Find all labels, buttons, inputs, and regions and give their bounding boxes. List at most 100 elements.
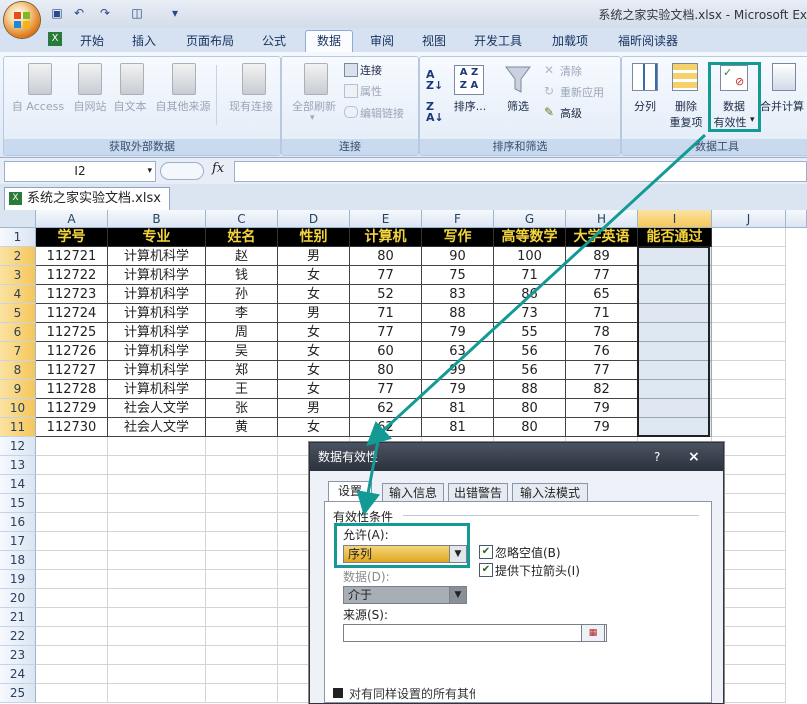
data-cell[interactable]: 80 xyxy=(350,361,422,380)
data-cell[interactable]: 女 xyxy=(278,418,350,437)
data-cell[interactable]: 62 xyxy=(350,418,422,437)
cell[interactable] xyxy=(712,247,786,266)
clear-button[interactable]: 清除 xyxy=(560,63,582,79)
data-cell[interactable]: 郑 xyxy=(206,361,278,380)
text-to-columns-button[interactable]: 分列 xyxy=(628,98,662,114)
data-cell[interactable]: 112721 xyxy=(36,247,108,266)
data-cell[interactable]: 86 xyxy=(494,285,566,304)
column-header[interactable]: D xyxy=(278,210,350,228)
data-cell[interactable]: 女 xyxy=(278,342,350,361)
row-header[interactable]: 14 xyxy=(0,475,36,494)
data-cell[interactable]: 男 xyxy=(278,399,350,418)
edit-links-button[interactable]: 编辑链接 xyxy=(360,105,404,121)
data-cell[interactable]: 82 xyxy=(566,380,638,399)
office-button[interactable] xyxy=(4,2,40,38)
data-cell[interactable]: 王 xyxy=(206,380,278,399)
column-header[interactable]: H xyxy=(566,210,638,228)
data-cell[interactable]: 112723 xyxy=(36,285,108,304)
formula-input[interactable] xyxy=(234,161,807,182)
data-cell[interactable]: 赵 xyxy=(206,247,278,266)
data-cell[interactable]: 80 xyxy=(350,247,422,266)
cell[interactable] xyxy=(712,418,786,437)
cell[interactable] xyxy=(36,665,108,684)
sort-desc-icon[interactable]: Z A↓ xyxy=(426,101,444,123)
data-cell[interactable]: 计算机科学 xyxy=(108,342,206,361)
dialog-tab-settings[interactable]: 设置 xyxy=(328,481,372,502)
data-cell[interactable]: 吴 xyxy=(206,342,278,361)
pass-cell[interactable] xyxy=(638,266,712,285)
header-cell[interactable]: 大学英语 xyxy=(566,228,638,247)
source-input[interactable] xyxy=(343,624,607,642)
column-header[interactable]: I xyxy=(638,210,712,228)
data-cell[interactable]: 计算机科学 xyxy=(108,247,206,266)
cell[interactable] xyxy=(206,608,278,627)
data-cell[interactable]: 88 xyxy=(494,380,566,399)
data-cell[interactable]: 63 xyxy=(422,342,494,361)
consolidate-button[interactable]: 合并计算 xyxy=(760,98,807,114)
tab-addins[interactable]: 加载项 xyxy=(540,31,600,51)
row-header[interactable]: 25 xyxy=(0,684,36,703)
row-header[interactable]: 8 xyxy=(0,361,36,380)
data-cell[interactable]: 79 xyxy=(422,323,494,342)
cell[interactable] xyxy=(712,342,786,361)
row-header[interactable]: 10 xyxy=(0,399,36,418)
pass-cell[interactable] xyxy=(638,361,712,380)
workbook-tab[interactable]: X 系统之家实验文档.xlsx xyxy=(4,187,170,210)
row-header[interactable]: 11 xyxy=(0,418,36,437)
cell[interactable] xyxy=(108,608,206,627)
cell[interactable] xyxy=(108,570,206,589)
data-cell[interactable]: 女 xyxy=(278,266,350,285)
row-header[interactable]: 9 xyxy=(0,380,36,399)
cell[interactable] xyxy=(108,684,206,703)
pass-cell[interactable] xyxy=(638,418,712,437)
pass-cell[interactable] xyxy=(638,285,712,304)
cell[interactable] xyxy=(108,665,206,684)
cell[interactable] xyxy=(108,456,206,475)
cell[interactable] xyxy=(36,684,108,703)
data-cell[interactable]: 112728 xyxy=(36,380,108,399)
row-header[interactable]: 20 xyxy=(0,589,36,608)
row-header[interactable]: 13 xyxy=(0,456,36,475)
in-cell-dropdown-checkbox[interactable]: ✔ xyxy=(479,563,493,577)
data-cell[interactable]: 60 xyxy=(350,342,422,361)
pass-cell[interactable] xyxy=(638,247,712,266)
data-cell[interactable]: 计算机科学 xyxy=(108,266,206,285)
cell[interactable] xyxy=(206,646,278,665)
row-header[interactable]: 22 xyxy=(0,627,36,646)
data-cell[interactable]: 99 xyxy=(422,361,494,380)
refresh-dropdown-icon[interactable]: ▾ xyxy=(310,113,315,123)
cell[interactable] xyxy=(36,589,108,608)
data-cell[interactable]: 77 xyxy=(350,323,422,342)
cell[interactable] xyxy=(36,646,108,665)
qat-customize-icon[interactable]: ▾ xyxy=(168,6,182,20)
data-cell[interactable]: 83 xyxy=(422,285,494,304)
properties-button[interactable]: 属性 xyxy=(360,83,382,99)
cell[interactable] xyxy=(206,589,278,608)
tab-page-layout[interactable]: 页面布局 xyxy=(180,31,240,51)
cell[interactable] xyxy=(36,608,108,627)
insert-function-icon[interactable]: fx xyxy=(212,161,224,176)
cell[interactable] xyxy=(712,228,786,247)
row-header[interactable]: 2 xyxy=(0,247,36,266)
cell[interactable] xyxy=(712,304,786,323)
data-cell[interactable]: 62 xyxy=(350,399,422,418)
data-cell[interactable]: 71 xyxy=(566,304,638,323)
tab-foxit-reader[interactable]: 福昕阅读器 xyxy=(612,31,684,51)
cell[interactable] xyxy=(206,570,278,589)
row-header[interactable]: 18 xyxy=(0,551,36,570)
data-cell[interactable]: 81 xyxy=(422,399,494,418)
pass-cell[interactable] xyxy=(638,304,712,323)
tab-review[interactable]: 审阅 xyxy=(360,31,404,51)
advanced-filter-button[interactable]: 高级 xyxy=(560,105,582,121)
tab-insert[interactable]: 插入 xyxy=(122,31,166,51)
dialog-tab-error-alert[interactable]: 出错警告 xyxy=(448,483,508,502)
cell[interactable] xyxy=(108,589,206,608)
tab-view[interactable]: 视图 xyxy=(412,31,456,51)
cell[interactable] xyxy=(36,437,108,456)
data-cell[interactable]: 80 xyxy=(494,418,566,437)
data-cell[interactable]: 计算机科学 xyxy=(108,323,206,342)
data-cell[interactable]: 77 xyxy=(350,380,422,399)
cell[interactable] xyxy=(36,475,108,494)
ignore-blank-checkbox[interactable]: ✔ xyxy=(479,545,493,559)
data-cell[interactable]: 社会人文学 xyxy=(108,418,206,437)
